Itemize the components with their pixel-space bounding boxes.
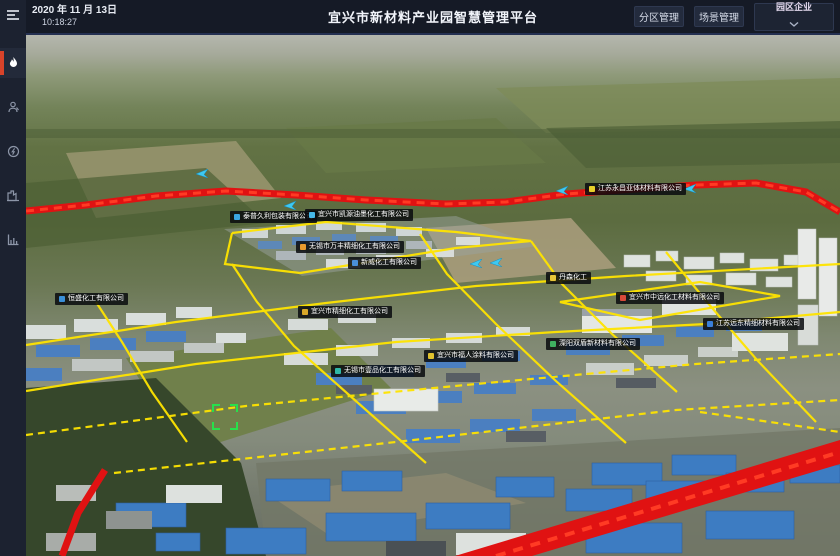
company-marker-icon (428, 353, 434, 359)
cyan-3d-marker-icon[interactable] (490, 258, 503, 267)
chevron-down-icon (789, 14, 799, 32)
company-marker-icon (620, 295, 626, 301)
company-label-text: 江苏永昌亚体材料有限公司 (598, 183, 682, 195)
company-label[interactable]: 江苏永昌亚体材料有限公司 (585, 183, 686, 195)
datetime-block: 2020 年 11 月 13日 10:18:27 (32, 5, 117, 28)
company-label[interactable]: 江苏远东精细材料有限公司 (703, 318, 804, 330)
company-label[interactable]: 宜兴市凯源油墨化工有限公司 (305, 209, 413, 221)
company-marker-icon (300, 244, 306, 250)
gauge-icon (7, 145, 20, 158)
header-actions: 分区管理 场景管理 园区企业 (634, 3, 840, 31)
cyan-3d-marker-icon[interactable] (556, 186, 569, 195)
company-label[interactable]: 泰普久利包装有限公司 (230, 211, 317, 223)
company-marker-icon (707, 321, 713, 327)
sidebar-item-monitor-gauge[interactable] (0, 136, 26, 166)
cyan-3d-marker-icon[interactable] (470, 259, 483, 268)
factory-icon (6, 189, 20, 202)
smart-park-platform-window: { "header": { "date": "2020 年 11 月 13日",… (0, 0, 840, 556)
top-header-bar: 2020 年 11 月 13日 10:18:27 宜兴市新材料产业园智慧管理平台… (26, 0, 840, 35)
company-label[interactable]: 宜兴市福人涂料有限公司 (424, 350, 518, 362)
page-title: 宜兴市新材料产业园智慧管理平台 (328, 0, 538, 33)
company-label[interactable]: 丹森化工 (546, 272, 591, 284)
company-marker-icon (550, 341, 556, 347)
tool-sidebar (0, 0, 26, 556)
sidebar-item-statistics[interactable] (0, 224, 26, 254)
company-label-text: 无锡市万丰精细化工有限公司 (309, 241, 400, 253)
zone-management-button[interactable]: 分区管理 (634, 6, 684, 27)
sidebar-item-enterprise[interactable] (0, 180, 26, 210)
company-label-text: 泰普久利包装有限公司 (243, 211, 313, 223)
current-time: 10:18:27 (32, 17, 117, 28)
sidebar-item-fire-monitor[interactable] (0, 48, 26, 78)
company-marker-icon (302, 309, 308, 315)
company-marker-icon (352, 260, 358, 266)
company-label[interactable]: 溧阳双盾新材料有限公司 (546, 338, 640, 350)
flame-icon (7, 56, 20, 70)
company-label-text: 溧阳双盾新材料有限公司 (559, 338, 636, 350)
company-label-text: 江苏远东精细材料有限公司 (716, 318, 800, 330)
bar-chart-icon (7, 233, 20, 246)
company-label-text: 丹森化工 (559, 272, 587, 284)
company-label-text: 宜兴市凯源油墨化工有限公司 (318, 209, 409, 221)
dropdown-label: 园区企业 (776, 2, 812, 12)
company-label-text: 新威化工有限公司 (361, 257, 417, 269)
company-label-text: 无锡市壹品化工有限公司 (344, 365, 421, 377)
company-label[interactable]: 宜兴市中远化工材料有限公司 (616, 292, 724, 304)
company-label-text: 宜兴市福人涂料有限公司 (437, 350, 514, 362)
company-label[interactable]: 无锡市万丰精细化工有限公司 (296, 241, 404, 253)
company-marker-icon (335, 368, 341, 374)
company-label-text: 宜兴市精细化工有限公司 (311, 306, 388, 318)
company-label[interactable]: 恒盛化工有限公司 (55, 293, 128, 305)
company-label[interactable]: 无锡市壹品化工有限公司 (331, 365, 425, 377)
sidebar-item-personnel[interactable] (0, 92, 26, 122)
menu-toggle-button[interactable] (0, 0, 26, 30)
person-icon (7, 101, 20, 114)
current-date: 2020 年 11 月 13日 (32, 5, 117, 17)
company-label[interactable]: 新威化工有限公司 (348, 257, 421, 269)
company-label[interactable]: 宜兴市精细化工有限公司 (298, 306, 392, 318)
scene-management-button[interactable]: 场景管理 (694, 6, 744, 27)
company-label-text: 恒盛化工有限公司 (68, 293, 124, 305)
cyan-3d-marker-icon[interactable] (196, 169, 209, 178)
company-marker-icon (59, 296, 65, 302)
company-marker-icon (309, 212, 315, 218)
company-marker-icon (589, 186, 595, 192)
hamburger-icon (6, 9, 20, 21)
company-marker-icon (550, 275, 556, 281)
company-marker-icon (234, 214, 240, 220)
map-3d-viewport[interactable]: 泰普久利包装有限公司 宜兴市凯源油墨化工有限公司 无锡市万丰精细化工有限公司 新… (26, 33, 840, 556)
cyan-3d-marker-icon[interactable] (284, 201, 297, 210)
company-label-text: 宜兴市中远化工材料有限公司 (629, 292, 720, 304)
park-enterprise-dropdown[interactable]: 园区企业 (754, 3, 834, 31)
